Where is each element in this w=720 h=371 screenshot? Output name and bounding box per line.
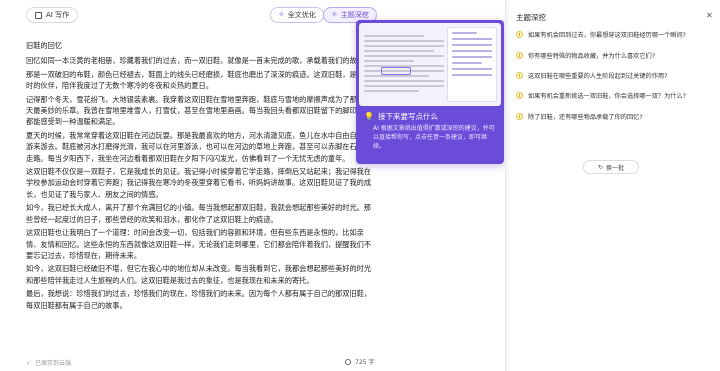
paragraph[interactable]: 最后，我想说：珍惜我们的过去，珍惜我们的现在，珍惜我们的未来。因为每个人都有属于… xyxy=(26,288,372,311)
save-status: ✓ 已保存到云端 xyxy=(26,358,71,367)
suggestion-text: 除了旧鞋，还有哪些物品承载了你的回忆? xyxy=(528,114,643,121)
lightbulb-icon xyxy=(516,72,523,79)
close-icon[interactable]: ✕ xyxy=(706,11,713,20)
refresh-button[interactable]: ↻ 换一批 xyxy=(583,160,639,174)
lightbulb-icon xyxy=(516,31,523,38)
paragraph[interactable]: 如今，这双旧鞋已经破旧不堪，但它在我心中的地位却从未改变。每当我看到它，我都会想… xyxy=(26,263,372,286)
lightbulb-icon[interactable] xyxy=(345,358,351,365)
tip-preview-image xyxy=(359,23,501,106)
tip-popup[interactable]: 💡 接下来要写点什么 AI 根据文章挑出值得扩散或深挖的建议，并可以直接帮你写，… xyxy=(356,20,504,164)
ai-write-label: AI 写作 xyxy=(46,11,70,19)
lightbulb-icon: 💡 xyxy=(364,112,374,121)
lightbulb-icon xyxy=(516,92,523,99)
paragraph[interactable]: 这双旧鞋也让我明白了一个道理：时间会改变一切，包括我们的容颜和环境，但有些东西是… xyxy=(26,227,372,261)
lightbulb-icon xyxy=(516,52,523,59)
document-icon xyxy=(35,11,42,19)
suggestion-item[interactable]: 除了旧鞋，还有哪些物品承载了你的回忆? xyxy=(516,112,643,121)
check-icon: ✓ xyxy=(26,360,32,367)
suggestion-item[interactable]: 如果有机会重新挑选一双旧鞋，你会选择哪一双？为什么? xyxy=(516,91,686,100)
lightbulb-icon xyxy=(516,113,523,120)
paragraph[interactable]: 记得那个冬天，雪花纷飞，大地银装素裹。我穿着这双旧鞋在雪地里奔跑，鞋底与雪地的摩… xyxy=(26,94,372,128)
document-title[interactable]: 旧鞋的回忆 xyxy=(26,40,372,51)
panel-divider xyxy=(506,0,509,371)
refresh-icon: ↻ xyxy=(597,163,603,171)
deep-explore-panel: 主题深挖 ✕ 如果有机会回到过去，你最想穿这双旧鞋经历哪一个瞬间? 你有哪些特殊… xyxy=(505,0,720,371)
polish-all-label: 全文优化 xyxy=(287,11,316,19)
paragraph[interactable]: 那是一双破旧的布鞋，颜色已经褪去，鞋面上的线头已经磨损，鞋底也磨出了深深的痕迹。… xyxy=(26,69,372,92)
save-status-label: 已保存到云端 xyxy=(34,360,71,367)
suggestion-item[interactable]: 如果有机会回到过去，你最想穿这双旧鞋经历哪一个瞬间? xyxy=(516,30,686,39)
paragraph[interactable]: 如今，我已经长大成人，离开了那个充满回忆的小镇。每当我想起那双旧鞋，我就会想起那… xyxy=(26,202,372,225)
paragraph[interactable]: 夏天的时候，我常常穿着这双旧鞋在河边玩耍。那是我最喜欢的地方，河水清澈见底，鱼儿… xyxy=(26,130,372,164)
suggestion-text: 这双旧鞋在哪些重要的人生阶段起到过关键的作用? xyxy=(528,73,668,80)
ai-write-button[interactable]: AI 写作 xyxy=(26,7,79,23)
sparkle-icon: ✧ xyxy=(331,10,338,19)
suggestion-text: 如果有机会重新挑选一双旧鞋，你会选择哪一双？为什么? xyxy=(528,93,686,100)
tip-title-text: 接下来要写点什么 xyxy=(377,112,438,121)
suggestion-text: 如果有机会回到过去，你最想穿这双旧鞋经历哪一个瞬间? xyxy=(528,32,686,39)
panel-title: 主题深挖 xyxy=(516,13,546,22)
suggestion-text: 你有哪些特殊的物品收藏，并为什么喜欢它们? xyxy=(528,53,656,60)
tip-description: AI 根据文章挑出值得扩散或深挖的建议，并可以直接帮你写，点击任意一条建议，即可… xyxy=(373,125,495,150)
tip-title: 💡 接下来要写点什么 xyxy=(364,111,438,122)
word-count: 725 字 xyxy=(345,357,374,366)
suggestion-item[interactable]: 你有哪些特殊的物品收藏，并为什么喜欢它们? xyxy=(516,51,655,60)
refresh-label: 换一批 xyxy=(606,164,625,172)
suggestion-item[interactable]: 这双旧鞋在哪些重要的人生阶段起到过关键的作用? xyxy=(516,71,667,80)
paragraph[interactable]: 这双旧鞋不仅仅是一双鞋子，它是我成长的见证。我记得小时候穿着它学走路，摔倒后又站… xyxy=(26,166,372,200)
document-body[interactable]: 旧鞋的回忆 回忆如同一本泛黄的老相册，珍藏着我们的过去，而一双旧鞋，就像是一首未… xyxy=(26,40,372,313)
sparkle-icon: ✧ xyxy=(278,10,285,19)
polish-all-button[interactable]: ✧ 全文优化 xyxy=(270,7,324,23)
word-count-label: 725 字 xyxy=(355,359,375,366)
